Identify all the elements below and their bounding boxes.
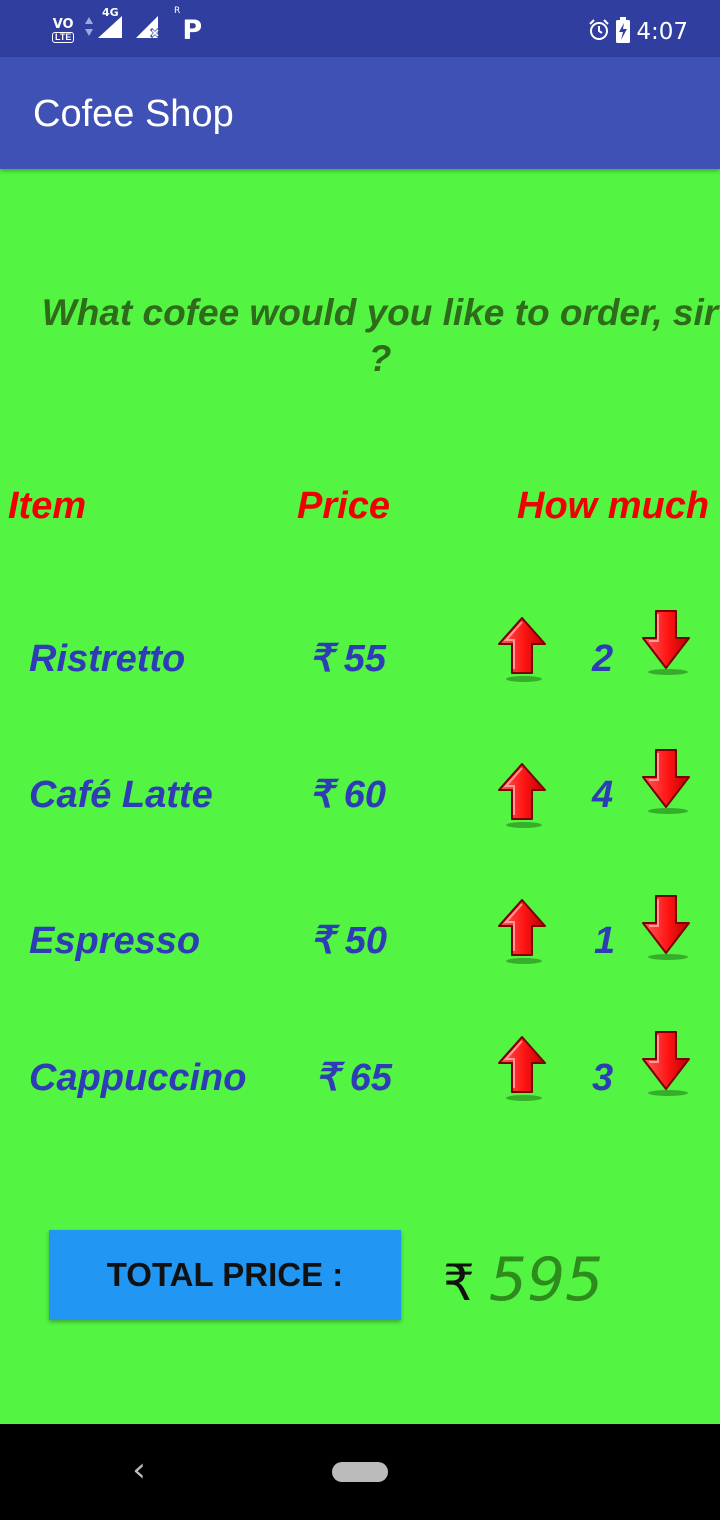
item-row-ristretto: Ristretto ₹ 55 2: [0, 619, 720, 699]
item-quantity: 4: [592, 774, 614, 816]
increase-arrow-icon[interactable]: [496, 897, 548, 965]
rupee-icon: ₹: [443, 1254, 475, 1312]
increase-arrow-icon[interactable]: [496, 615, 548, 683]
item-price: ₹ 55: [309, 638, 387, 680]
total-price-value: ₹ 595: [443, 1245, 603, 1315]
item-price: ₹ 50: [310, 920, 388, 962]
decrease-arrow-icon[interactable]: [640, 1029, 692, 1097]
back-icon[interactable]: ‹: [124, 1450, 154, 1490]
total-amount: 595: [488, 1245, 604, 1315]
item-price: ₹ 60: [309, 774, 387, 816]
increase-arrow-icon[interactable]: [496, 1034, 548, 1102]
item-row-espresso: Espresso ₹ 50 1: [0, 901, 720, 981]
alarm-icon: [588, 18, 610, 46]
item-name: Espresso: [29, 920, 201, 962]
decrease-arrow-icon[interactable]: [640, 893, 692, 961]
volte-top-label: VO: [52, 16, 74, 32]
app-bar: Cofee Shop: [0, 57, 720, 169]
roaming-label: R: [174, 6, 181, 16]
increase-arrow-icon[interactable]: [496, 761, 548, 829]
header-quantity: How much ?: [517, 485, 720, 527]
volte-bottom-label: LTE: [52, 31, 75, 43]
decrease-arrow-icon[interactable]: [640, 747, 692, 815]
clock: 4:07: [636, 19, 688, 45]
item-row-cafe-latte: Café Latte ₹ 60 4: [0, 755, 720, 835]
status-bar-left: VO LTE 4G R P: [52, 6, 203, 48]
volte-icon: VO LTE: [52, 16, 75, 43]
item-name: Ristretto: [29, 638, 186, 680]
status-bar-right: 4:07: [588, 12, 688, 52]
item-quantity: 2: [592, 638, 614, 680]
signal-x-icon: [134, 14, 164, 47]
p-notification-icon: P: [182, 14, 203, 46]
status-bar: VO LTE 4G R P 4:07: [0, 0, 720, 57]
item-name: Cappuccino: [29, 1057, 247, 1099]
network-type-label: 4G: [102, 6, 119, 19]
total-price-button[interactable]: TOTAL PRICE :: [49, 1230, 401, 1320]
battery-charging-icon: [616, 16, 631, 48]
header-item: Item: [8, 485, 87, 527]
item-price: ₹ 65: [315, 1057, 393, 1099]
home-pill-icon[interactable]: [332, 1462, 388, 1482]
navigation-bar: ‹: [0, 1424, 720, 1520]
order-question: What cofee would you like to order, sir …: [41, 292, 719, 379]
item-row-cappuccino: Cappuccino ₹ 65 3: [0, 1038, 720, 1118]
app-title: Cofee Shop: [33, 93, 234, 135]
decrease-arrow-icon[interactable]: [640, 608, 692, 676]
item-quantity: 3: [592, 1057, 614, 1099]
item-quantity: 1: [594, 920, 616, 962]
header-price: Price: [297, 485, 390, 527]
item-name: Café Latte: [29, 774, 213, 816]
